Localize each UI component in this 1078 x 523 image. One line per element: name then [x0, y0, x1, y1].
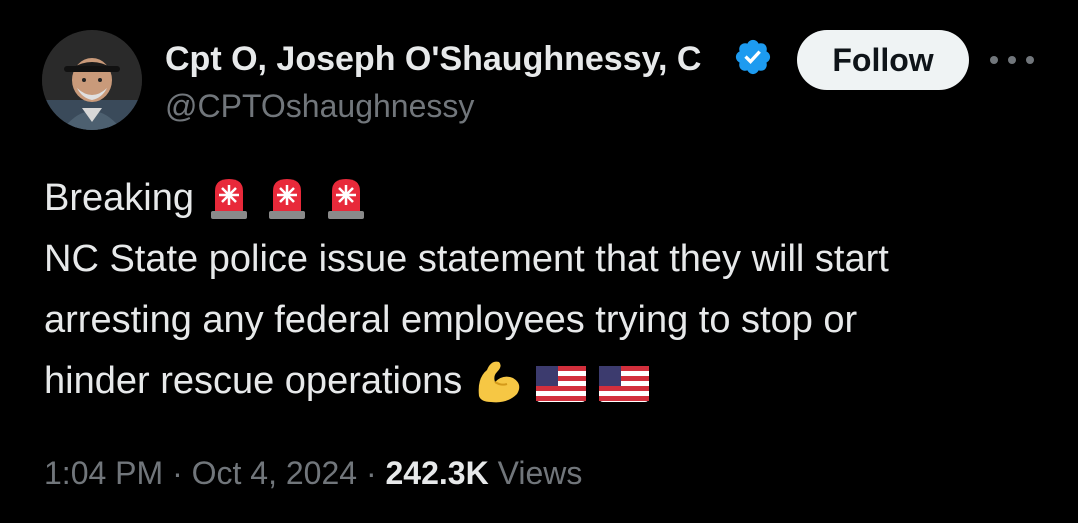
tweet-line-4-text: hinder rescue operations — [44, 360, 463, 402]
author-display-name[interactable]: Cpt O, Joseph O'Shaughnessy, C — [165, 36, 728, 82]
tweet-time[interactable]: 1:04 PM — [44, 455, 163, 491]
tweet-line-2: NC State police issue statement that the… — [44, 238, 889, 280]
tweet-date[interactable]: Oct 4, 2024 — [192, 455, 357, 491]
tweet-meta: 1:04 PM · Oct 4, 2024 · 242.3K Views — [44, 448, 582, 498]
tweet-line-4: hinder rescue operations — [44, 351, 1054, 412]
tweet-line-1: Breaking — [44, 168, 1054, 229]
views-count: 242.3K — [385, 455, 489, 491]
meta-separator: · — [172, 455, 183, 491]
more-dot — [990, 56, 998, 64]
more-dot — [1026, 56, 1034, 64]
views-label: Views — [497, 455, 583, 491]
us-flag-emoji — [598, 366, 649, 403]
flexed-biceps-emoji — [478, 362, 520, 403]
more-options-icon[interactable] — [990, 44, 1034, 76]
tweet-line-3: arresting any federal employees trying t… — [44, 299, 858, 341]
avatar-photo — [42, 30, 142, 130]
verified-badge-icon[interactable] — [733, 37, 773, 77]
police-light-emoji — [327, 179, 364, 220]
follow-button[interactable]: Follow — [797, 30, 969, 90]
tweet-line-1-text: Breaking — [44, 177, 194, 219]
author-avatar[interactable] — [42, 30, 142, 130]
police-light-emoji — [269, 179, 306, 220]
tweet-text: Breaking NC State police issue statement… — [44, 168, 1054, 412]
closing-emojis — [473, 352, 650, 413]
meta-separator: · — [365, 455, 377, 491]
police-light-emoji — [210, 179, 247, 220]
more-dot — [1008, 56, 1016, 64]
siren-emojis — [205, 169, 370, 230]
us-flag-emoji — [536, 366, 587, 403]
author-handle[interactable]: @CPTOshaughnessy — [165, 84, 474, 128]
